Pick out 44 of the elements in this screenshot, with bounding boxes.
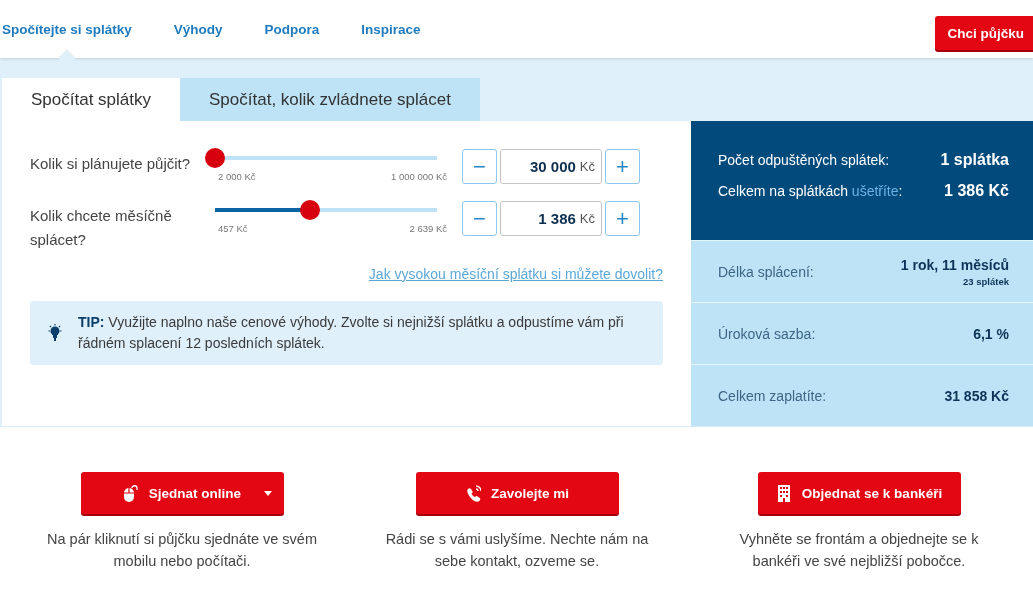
max-label: 2 639 Kč <box>409 223 447 234</box>
detail-value: 1 rok, 11 měsíců <box>900 256 1009 273</box>
detail-value: 6,1 % <box>973 325 1009 342</box>
phone-icon <box>465 483 481 503</box>
amount-field[interactable]: 30 000 Kč <box>500 149 602 184</box>
detail-value: 31 858 Kč <box>944 387 1009 404</box>
summary-value: 1 splátka <box>940 151 1009 169</box>
summary-value: 1 386 Kč <box>944 182 1009 200</box>
max-label: 1 000 000 Kč <box>391 171 447 182</box>
slider-thumb[interactable] <box>300 200 321 220</box>
tab[interactable]: Spočítat, kolik zvládnete splácet <box>180 78 480 121</box>
term-link[interactable]: ušetříte <box>851 183 899 199</box>
plus-button[interactable]: + <box>605 201 640 236</box>
action-description: Rádi se s vámi uslyšíme. Nechte nám na sebe kontakt, ozveme se. <box>384 530 650 571</box>
field-label: Kolik chcete měsíčně splácet? <box>30 206 173 250</box>
summary-label: Počet odpuštěných splátek: <box>718 152 890 168</box>
min-label: 2 000 Kč <box>218 171 256 182</box>
action-button[interactable]: Objednat se k bankéři <box>757 472 961 514</box>
detail-note: 23 splátek <box>963 275 1009 287</box>
help-link[interactable]: Jak vysokou měsíční splátku si můžete dovolit? <box>368 266 663 282</box>
action-description: Na pár kliknutí si půjčku sjednáte ve svém mobilu nebo počítači. <box>46 530 318 571</box>
building-icon <box>775 483 792 503</box>
summary-label: Celkem na splátkách ušetříte: <box>718 183 903 199</box>
minus-button[interactable]: − <box>462 149 497 184</box>
plus-button[interactable]: + <box>605 149 640 184</box>
nav-link[interactable]: Podpora <box>264 0 320 58</box>
lightbulb-icon <box>48 324 62 342</box>
detail-label: Délka splácení: <box>718 263 814 280</box>
loan-button[interactable]: Chci půjčku <box>935 16 1033 50</box>
nav-link[interactable]: Výhody <box>173 0 223 58</box>
action-description: Vyhněte se frontám a objednejte se k bankéři ve své nejbližší pobočce. <box>738 530 980 571</box>
min-label: 457 Kč <box>218 223 248 234</box>
detail-label: Celkem zaplatíte: <box>718 387 827 404</box>
action-button[interactable]: Sjednat online <box>80 472 284 514</box>
detail-label: Úroková sazba: <box>718 325 816 342</box>
field-label: Kolik si plánujete půjčit? <box>30 154 192 174</box>
tip-text: TIP: Využijte naplno naše cenové výhody. Zvolte si nejnižší splátku a odpustíme vám při řádném splacení 12 posledních splátek. <box>78 313 625 353</box>
nav-link[interactable]: Inspirace <box>361 0 421 58</box>
slider-thumb[interactable] <box>205 148 225 168</box>
amount-field[interactable]: 1 386 Kč <box>500 201 602 236</box>
mouse-icon <box>122 483 139 503</box>
action-button[interactable]: Zavolejte mi <box>415 472 619 514</box>
minus-button[interactable]: − <box>462 201 497 236</box>
tab[interactable]: Spočítat splátky <box>2 78 180 121</box>
